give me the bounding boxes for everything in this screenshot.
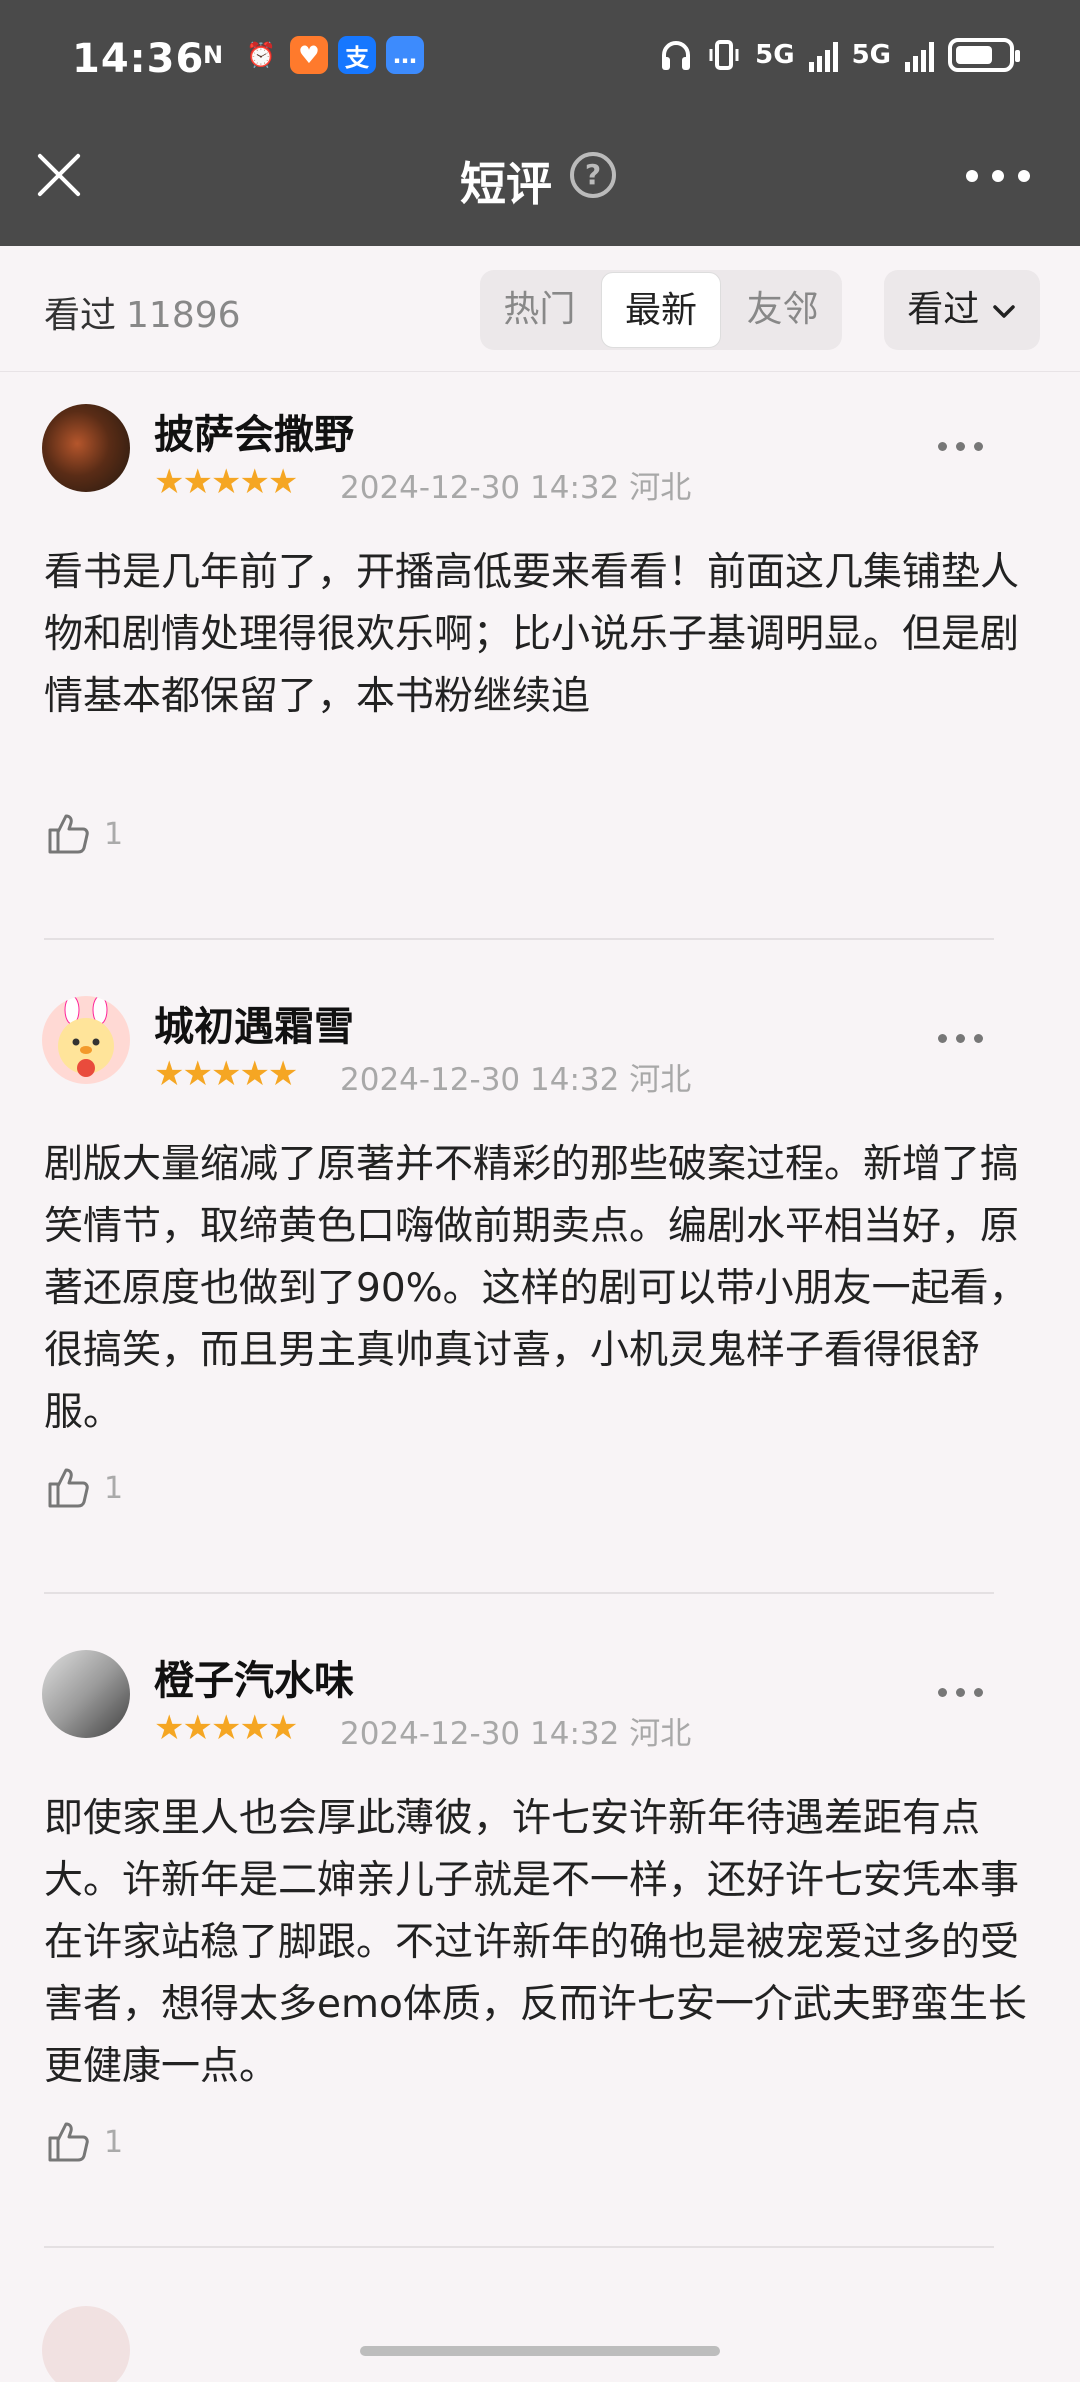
avatar-partial <box>42 2306 130 2382</box>
alarm-icon: ⏰ <box>246 41 276 69</box>
review-meta: 2024-12-30 14:32 河北 <box>340 470 692 506</box>
close-icon[interactable] <box>36 152 82 198</box>
taobao-icon: ♥ <box>290 36 328 74</box>
help-icon[interactable]: ? <box>570 152 616 198</box>
divider <box>44 938 994 940</box>
tab-latest[interactable]: 最新 <box>600 272 722 348</box>
like-button[interactable]: 1 <box>44 810 123 858</box>
battery-icon <box>948 38 1020 72</box>
home-indicator[interactable] <box>360 2346 720 2356</box>
like-count: 1 <box>104 816 124 852</box>
top-bar: 14:36 N ⏰ ♥ 支 … 5G 5G 短评 ? <box>0 0 1080 246</box>
page-title: 短评 <box>460 157 552 211</box>
rating-stars: ★★★★★ <box>154 1054 298 1094</box>
review-username[interactable]: 城初遇霜雪 <box>154 994 354 1052</box>
review-more-button[interactable] <box>938 1034 983 1043</box>
chevron-down-icon <box>992 305 1015 318</box>
review-text: 即使家里人也会厚此薄彼，许七安许新年待遇差距有点大。许新年是二婶亲儿子就是不一样… <box>44 1796 1027 2089</box>
signal-icon-2 <box>905 38 934 72</box>
seen-filter-dropdown[interactable]: 看过 <box>884 270 1040 350</box>
divider <box>44 1592 994 1594</box>
thumbs-up-icon <box>48 2122 89 2162</box>
thumbs-up-icon <box>48 814 89 854</box>
review-more-button[interactable] <box>938 442 983 451</box>
headphones-icon <box>662 41 691 70</box>
review-username[interactable]: 披萨会撒野 <box>154 402 354 460</box>
seen-count: 11896 <box>126 295 241 336</box>
review-more-button[interactable] <box>938 1688 983 1697</box>
like-button[interactable]: 1 <box>44 1464 123 1512</box>
divider <box>44 2246 994 2248</box>
avatar[interactable] <box>42 404 130 492</box>
tab-friends[interactable]: 友邻 <box>723 270 842 350</box>
thumbs-up-icon <box>48 1468 89 1508</box>
like-count: 1 <box>104 2124 124 2160</box>
status-app-icons: N ⏰ ♥ 支 … <box>194 36 424 74</box>
review-meta: 2024-12-30 14:32 河北 <box>340 1716 692 1752</box>
seen-filter-label: 看过 <box>907 289 980 330</box>
avatar[interactable] <box>42 1650 130 1738</box>
rating-stars: ★★★★★ <box>154 462 298 502</box>
review-meta: 2024-12-30 14:32 河北 <box>340 1062 692 1098</box>
message-icon: … <box>386 36 424 74</box>
like-button[interactable]: 1 <box>44 2118 123 2166</box>
seen-summary: 看过 11896 <box>44 286 241 338</box>
rating-stars: ★★★★★ <box>154 1708 298 1748</box>
avatar[interactable] <box>42 996 130 1084</box>
filter-bar: 看过 11896 热门 最新 友邻 看过 <box>0 246 1080 372</box>
chick-avatar-icon <box>58 996 114 1077</box>
n-icon: N <box>202 41 224 69</box>
review-text: 看书是几年前了，开播高低要来看看！前面这几集铺垫人物和剧情处理得很欢乐啊；比小说… <box>44 550 1020 719</box>
seen-label: 看过 <box>44 295 117 336</box>
network-label-2: 5G <box>851 40 891 70</box>
signal-icon <box>808 38 838 72</box>
status-bar: 14:36 N ⏰ ♥ 支 … 5G 5G <box>0 30 1080 90</box>
status-time: 14:36 <box>72 36 205 82</box>
review-text: 剧版大量缩减了原著并不精彩的那些破案过程。新增了搞笑情节，取缔黄色口嗨做前期卖点… <box>44 1142 1028 1435</box>
vibrate-icon <box>709 40 739 70</box>
status-right: 5G 5G <box>659 38 1020 72</box>
more-options-button[interactable] <box>966 170 1030 182</box>
network-label-1: 5G <box>755 40 795 70</box>
review-username[interactable]: 橙子汽水味 <box>154 1648 354 1706</box>
alipay-icon: 支 <box>338 36 376 74</box>
sort-tabs: 热门 最新 友邻 <box>480 270 842 350</box>
tab-hot[interactable]: 热门 <box>480 270 599 350</box>
like-count: 1 <box>104 1470 124 1506</box>
